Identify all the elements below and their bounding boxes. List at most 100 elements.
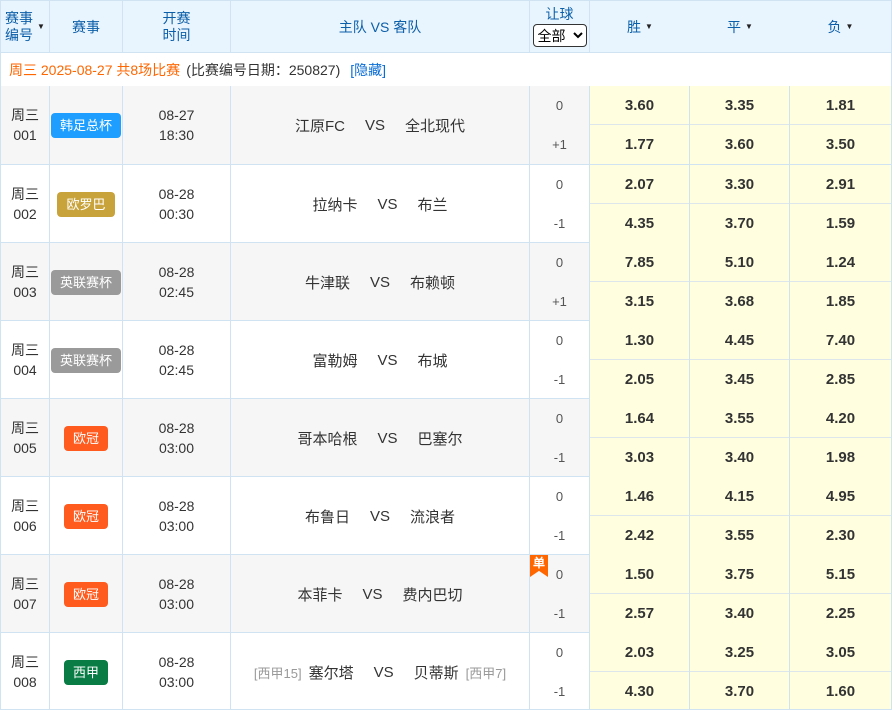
header-league: 赛事 — [50, 1, 123, 52]
lose-odds-line-0[interactable]: 4.95 — [790, 477, 891, 516]
handicap-line-1: +1 — [530, 282, 589, 321]
match-rows: 周三 001 韩足总杯 08-27 18:30 江原FC VS 全北现代 0 +… — [1, 86, 891, 710]
teams-cell: 布鲁日 VS 流浪者 — [231, 477, 530, 555]
match-date: 08-28 — [159, 340, 195, 360]
draw-odds-line-0[interactable]: 5.10 — [690, 243, 789, 282]
lose-odds-cell: 1.24 1.85 — [790, 243, 891, 321]
lose-odds-line-0[interactable]: 1.24 — [790, 243, 891, 282]
lose-odds-line-0[interactable]: 2.91 — [790, 165, 891, 204]
win-odds-line-0[interactable]: 3.60 — [590, 86, 689, 125]
away-team: 流浪者 — [410, 506, 455, 527]
win-odds-line-0[interactable]: 1.30 — [590, 321, 689, 360]
handicap-line-0: 0 — [530, 477, 589, 516]
lose-odds-line-0[interactable]: 7.40 — [790, 321, 891, 360]
lose-odds-line-1[interactable]: 1.59 — [790, 204, 891, 243]
hide-link[interactable]: [隐藏] — [350, 60, 386, 80]
lose-odds-line-0[interactable]: 3.05 — [790, 633, 891, 672]
win-odds-line-1[interactable]: 3.15 — [590, 282, 689, 321]
lose-odds-line-1[interactable]: 2.30 — [790, 516, 891, 555]
draw-odds-line-0[interactable]: 4.15 — [690, 477, 789, 516]
draw-odds-line-0[interactable]: 3.30 — [690, 165, 789, 204]
start-time-cell: 08-28 03:00 — [123, 477, 231, 555]
home-team: 富勒姆 — [312, 350, 357, 371]
table-header: 赛事 编号 ▼ 赛事 开赛 时间 主队 VS 客队 让球 全部 胜 ▼ — [1, 1, 891, 53]
match-time: 03:00 — [159, 672, 194, 692]
win-odds-line-1[interactable]: 2.42 — [590, 516, 689, 555]
win-odds-line-0[interactable]: 1.46 — [590, 477, 689, 516]
match-weekday: 周三 — [11, 105, 39, 125]
teams-cell: 富勒姆 VS 布城 — [231, 321, 530, 399]
lose-odds-line-0[interactable]: 4.20 — [790, 399, 891, 438]
league-badge: 欧冠 — [64, 504, 108, 529]
win-odds-line-1[interactable]: 2.57 — [590, 594, 689, 633]
handicap-filter-select[interactable]: 全部 — [533, 24, 587, 47]
lose-odds-line-1[interactable]: 2.85 — [790, 360, 891, 399]
sort-arrow-icon: ▼ — [745, 22, 753, 31]
win-odds-line-1[interactable]: 4.35 — [590, 204, 689, 243]
win-odds-line-0[interactable]: 1.50 — [590, 555, 689, 594]
handicap-line-0: 0 — [530, 165, 589, 204]
draw-odds-line-0[interactable]: 3.55 — [690, 399, 789, 438]
header-lose-sort[interactable]: 负 ▼ — [790, 1, 891, 52]
lose-odds-line-1[interactable]: 2.25 — [790, 594, 891, 633]
lose-odds-line-0[interactable]: 5.15 — [790, 555, 891, 594]
odds-table: 赛事 编号 ▼ 赛事 开赛 时间 主队 VS 客队 让球 全部 胜 ▼ — [0, 0, 892, 710]
lose-odds-line-1[interactable]: 1.98 — [790, 438, 891, 477]
start-time-cell: 08-28 02:45 — [123, 243, 231, 321]
win-odds-line-0[interactable]: 1.64 — [590, 399, 689, 438]
teams-cell: 哥本哈根 VS 巴塞尔 — [231, 399, 530, 477]
sort-arrow-icon: ▼ — [37, 22, 45, 31]
start-time-cell: 08-28 00:30 — [123, 165, 231, 243]
teams-cell: 本菲卡 VS 费内巴切 — [231, 555, 530, 633]
handicap-cell: 0 +1 — [530, 243, 590, 321]
header-win-sort[interactable]: 胜 ▼ — [590, 1, 690, 52]
lose-odds-line-1[interactable]: 1.85 — [790, 282, 891, 321]
draw-odds-cell: 3.75 3.40 — [690, 555, 790, 633]
match-row: 周三 001 韩足总杯 08-27 18:30 江原FC VS 全北现代 0 +… — [1, 86, 891, 164]
draw-odds-line-1[interactable]: 3.55 — [690, 516, 789, 555]
vs-label: VS — [377, 352, 397, 369]
win-odds-cell: 2.07 4.35 — [590, 165, 690, 243]
draw-odds-line-0[interactable]: 3.75 — [690, 555, 789, 594]
header-match-number-sort[interactable]: 赛事 编号 ▼ — [1, 1, 50, 52]
start-time-cell: 08-28 03:00 — [123, 633, 231, 710]
win-odds-line-1[interactable]: 3.03 — [590, 438, 689, 477]
start-time-cell: 08-28 03:00 — [123, 399, 231, 477]
win-odds-line-1[interactable]: 1.77 — [590, 125, 689, 164]
header-start-time: 开赛 时间 — [123, 1, 231, 52]
draw-odds-line-1[interactable]: 3.60 — [690, 125, 789, 164]
win-odds-line-1[interactable]: 4.30 — [590, 672, 689, 710]
lose-odds-line-0[interactable]: 1.81 — [790, 86, 891, 125]
draw-odds-line-1[interactable]: 3.70 — [690, 672, 789, 710]
league-cell: 欧冠 — [50, 399, 123, 477]
draw-odds-line-1[interactable]: 3.70 — [690, 204, 789, 243]
draw-odds-line-0[interactable]: 3.35 — [690, 86, 789, 125]
win-odds-line-0[interactable]: 7.85 — [590, 243, 689, 282]
teams-cell: 江原FC VS 全北现代 — [231, 86, 530, 164]
lose-odds-line-1[interactable]: 1.60 — [790, 672, 891, 710]
draw-odds-line-1[interactable]: 3.40 — [690, 438, 789, 477]
match-row: 周三 002 欧罗巴 08-28 00:30 拉纳卡 VS 布兰 0 -1 — [1, 164, 891, 242]
away-team: 布城 — [418, 350, 448, 371]
match-time: 03:00 — [159, 438, 194, 458]
match-time: 02:45 — [159, 360, 194, 380]
win-odds-cell: 3.60 1.77 — [590, 86, 690, 164]
league-badge: 英联赛杯 — [51, 348, 121, 373]
match-row: 周三 005 欧冠 08-28 03:00 哥本哈根 VS 巴塞尔 0 -1 — [1, 398, 891, 476]
draw-odds-line-1[interactable]: 3.40 — [690, 594, 789, 633]
draw-odds-cell: 3.35 3.60 — [690, 86, 790, 164]
win-odds-line-0[interactable]: 2.07 — [590, 165, 689, 204]
draw-odds-line-0[interactable]: 4.45 — [690, 321, 789, 360]
win-odds-line-1[interactable]: 2.05 — [590, 360, 689, 399]
draw-odds-cell: 3.30 3.70 — [690, 165, 790, 243]
draw-odds-line-1[interactable]: 3.45 — [690, 360, 789, 399]
vs-label: VS — [365, 117, 385, 134]
draw-odds-line-1[interactable]: 3.68 — [690, 282, 789, 321]
draw-odds-line-0[interactable]: 3.25 — [690, 633, 789, 672]
header-draw-sort[interactable]: 平 ▼ — [690, 1, 790, 52]
match-number: 004 — [13, 360, 36, 380]
date-summary-bar: 周三 2025-08-27 共8场比赛 (比赛编号日期：250827) [隐藏] — [1, 53, 891, 86]
match-row: 周三 004 英联赛杯 08-28 02:45 富勒姆 VS 布城 0 -1 — [1, 320, 891, 398]
win-odds-line-0[interactable]: 2.03 — [590, 633, 689, 672]
lose-odds-line-1[interactable]: 3.50 — [790, 125, 891, 164]
